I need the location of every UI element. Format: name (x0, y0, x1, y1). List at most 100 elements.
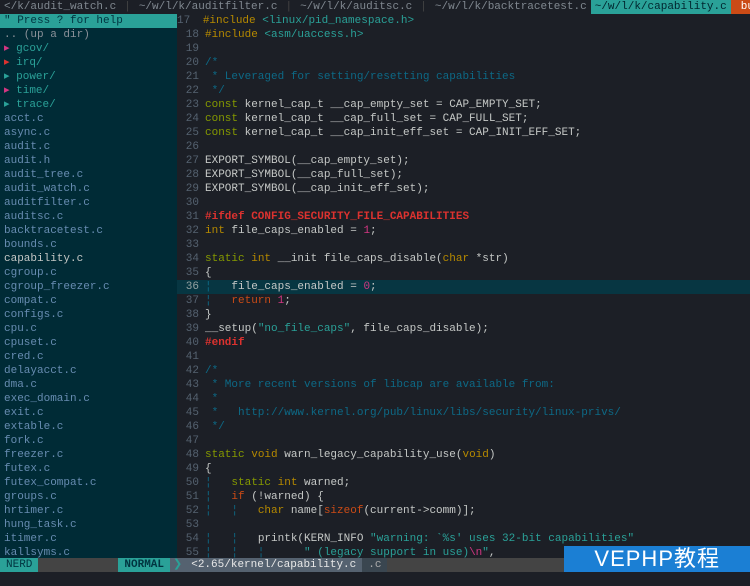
code-line[interactable]: 18#include <asm/uaccess.h> (177, 28, 750, 42)
gutter-num: 37 (177, 294, 205, 308)
code-line[interactable]: 42/* (177, 364, 750, 378)
tree-up-dir[interactable]: .. (up a dir) (4, 28, 177, 42)
tree-dir[interactable]: ▸ trace/ (4, 98, 177, 112)
tree-file[interactable]: hung_task.c (4, 518, 177, 532)
tree-file[interactable]: cpu.c (4, 322, 177, 336)
tree-file[interactable]: async.c (4, 126, 177, 140)
code-line[interactable]: 50¦ static int warned; (177, 476, 750, 490)
code-line[interactable]: 36¦ file_caps_enabled = 0; (177, 280, 750, 294)
gutter-num: 32 (177, 224, 205, 238)
tree-file[interactable]: backtracetest.c (4, 224, 177, 238)
code-line[interactable]: 43 * More recent versions of libcap are … (177, 378, 750, 392)
code-line[interactable]: 20/* (177, 56, 750, 70)
gutter-num: 38 (177, 308, 205, 322)
tree-file[interactable]: configs.c (4, 308, 177, 322)
code-text: const kernel_cap_t __cap_init_eff_set = … (205, 126, 750, 140)
tree-file[interactable]: dma.c (4, 378, 177, 392)
code-editor[interactable]: 18#include <asm/uaccess.h>1920/*21 * Lev… (177, 28, 750, 558)
tree-file[interactable]: audit.h (4, 154, 177, 168)
tree-file[interactable]: freezer.c (4, 448, 177, 462)
tree-dir[interactable]: ▸ power/ (4, 70, 177, 84)
tree-dir[interactable]: ▸ time/ (4, 84, 177, 98)
code-line[interactable]: 41 (177, 350, 750, 364)
code-line[interactable]: 53 (177, 518, 750, 532)
gutter-num: 55 (177, 546, 205, 558)
help-row: " Press ? for help 17 #include <linux/pi… (0, 14, 750, 28)
tree-file[interactable]: extable.c (4, 420, 177, 434)
code-line[interactable]: 54¦ ¦ printk(KERN_INFO "warning: `%s' us… (177, 532, 750, 546)
code-text: * Leveraged for setting/resetting capabi… (205, 70, 750, 84)
buffers-indicator[interactable]: buffers (731, 0, 750, 14)
code-line[interactable]: 27EXPORT_SYMBOL(__cap_empty_set); (177, 154, 750, 168)
gutter-num: 23 (177, 98, 205, 112)
tree-file[interactable]: cred.c (4, 350, 177, 364)
tree-file[interactable]: compat.c (4, 294, 177, 308)
code-line[interactable]: 49{ (177, 462, 750, 476)
tree-file[interactable]: audit_tree.c (4, 168, 177, 182)
gutter-num: 35 (177, 266, 205, 280)
code-line[interactable]: 48static void warn_legacy_capability_use… (177, 448, 750, 462)
code-line[interactable]: 51¦ if (!warned) { (177, 490, 750, 504)
code-line[interactable]: 47 (177, 434, 750, 448)
tree-file[interactable]: kallsyms.c (4, 546, 177, 558)
code-line[interactable]: 44 * (177, 392, 750, 406)
tab-item[interactable]: ~/w/l/k/backtracetest.c (431, 0, 591, 14)
tree-file[interactable]: futex.c (4, 462, 177, 476)
tree-file[interactable]: auditsc.c (4, 210, 177, 224)
tree-file[interactable]: audit_watch.c (4, 182, 177, 196)
code-line[interactable]: 38} (177, 308, 750, 322)
tree-file[interactable]: fork.c (4, 434, 177, 448)
tree-file[interactable]: itimer.c (4, 532, 177, 546)
tree-file[interactable]: hrtimer.c (4, 504, 177, 518)
tree-file[interactable]: exec_domain.c (4, 392, 177, 406)
code-line[interactable]: 46 */ (177, 420, 750, 434)
gutter-num: 43 (177, 378, 205, 392)
code-line[interactable]: 24const kernel_cap_t __cap_full_set = CA… (177, 112, 750, 126)
gutter-num: 49 (177, 462, 205, 476)
tree-file[interactable]: cgroup_freezer.c (4, 280, 177, 294)
code-text: ¦ return 1; (205, 294, 750, 308)
code-line[interactable]: 29EXPORT_SYMBOL(__cap_init_eff_set); (177, 182, 750, 196)
tab-item[interactable]: ~/w/l/k/capability.c (591, 0, 731, 14)
gutter-num: 41 (177, 350, 205, 364)
code-line[interactable]: 30 (177, 196, 750, 210)
nerdtree-panel[interactable]: .. (up a dir)▸ gcov/▸ irq/▸ power/▸ time… (0, 28, 177, 558)
code-line[interactable]: 32int file_caps_enabled = 1; (177, 224, 750, 238)
code-line[interactable]: 34static int __init file_caps_disable(ch… (177, 252, 750, 266)
tab-item[interactable]: </k/audit_watch.c (0, 0, 120, 14)
code-line[interactable]: 28EXPORT_SYMBOL(__cap_full_set); (177, 168, 750, 182)
tree-file[interactable]: cpuset.c (4, 336, 177, 350)
code-line[interactable]: 22 */ (177, 84, 750, 98)
gutter-num: 40 (177, 336, 205, 350)
code-line[interactable]: 33 (177, 238, 750, 252)
code-line[interactable]: 21 * Leveraged for setting/resetting cap… (177, 70, 750, 84)
code-line[interactable]: 37¦ return 1; (177, 294, 750, 308)
gutter-num: 19 (177, 42, 205, 56)
tab-item[interactable]: ~/w/l/k/auditfilter.c (135, 0, 282, 14)
tree-file[interactable]: audit.c (4, 140, 177, 154)
tree-file[interactable]: auditfilter.c (4, 196, 177, 210)
tree-file[interactable]: bounds.c (4, 238, 177, 252)
code-line[interactable]: 23const kernel_cap_t __cap_empty_set = C… (177, 98, 750, 112)
code-line[interactable]: 52¦ ¦ char name[sizeof(current->comm)]; (177, 504, 750, 518)
tree-dir[interactable]: ▸ gcov/ (4, 42, 177, 56)
code-line[interactable]: 40#endif (177, 336, 750, 350)
code-text: * http://www.kernel.org/pub/linux/libs/s… (205, 406, 750, 420)
code-text: { (205, 462, 750, 476)
tab-item[interactable]: ~/w/l/k/auditsc.c (296, 0, 416, 14)
code-line[interactable]: 26 (177, 140, 750, 154)
code-line[interactable]: 45 * http://www.kernel.org/pub/linux/lib… (177, 406, 750, 420)
code-line[interactable]: 31#ifdef CONFIG_SECURITY_FILE_CAPABILITI… (177, 210, 750, 224)
tree-file[interactable]: acct.c (4, 112, 177, 126)
code-line[interactable]: 19 (177, 42, 750, 56)
tree-file[interactable]: capability.c (4, 252, 177, 266)
tree-file[interactable]: delayacct.c (4, 364, 177, 378)
code-line[interactable]: 35{ (177, 266, 750, 280)
code-line[interactable]: 39__setup("no_file_caps", file_caps_disa… (177, 322, 750, 336)
tree-file[interactable]: cgroup.c (4, 266, 177, 280)
tree-file[interactable]: futex_compat.c (4, 476, 177, 490)
tree-file[interactable]: groups.c (4, 490, 177, 504)
tree-dir[interactable]: ▸ irq/ (4, 56, 177, 70)
tree-file[interactable]: exit.c (4, 406, 177, 420)
code-line[interactable]: 25const kernel_cap_t __cap_init_eff_set … (177, 126, 750, 140)
